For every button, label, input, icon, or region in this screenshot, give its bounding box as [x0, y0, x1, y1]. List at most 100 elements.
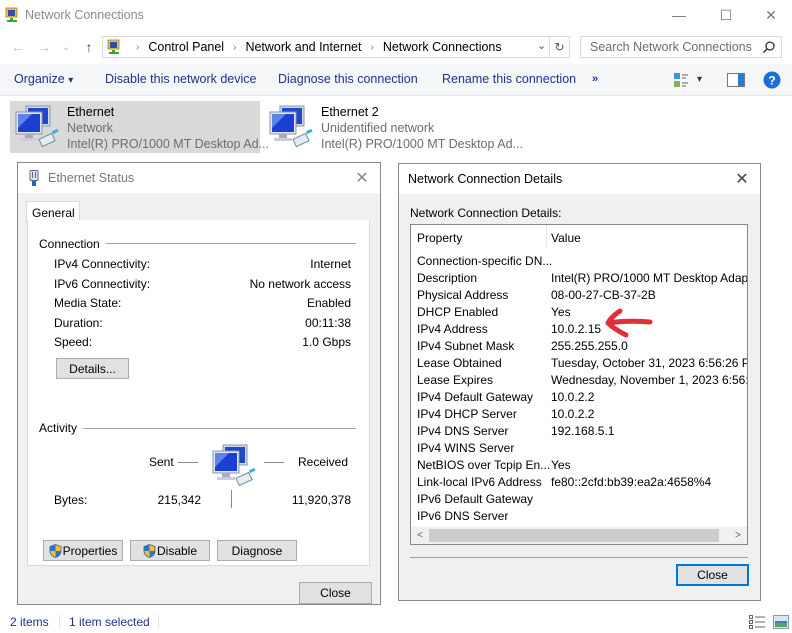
sent-line	[178, 462, 198, 463]
property-name: IPv4 Subnet Mask	[417, 339, 515, 353]
recent-locations-button[interactable]: ⌄	[56, 37, 76, 57]
scroll-right-icon[interactable]: >	[730, 528, 746, 543]
change-view-icon[interactable]	[673, 72, 689, 88]
view-options-caret-icon[interactable]: ▾	[697, 74, 702, 85]
tab-general[interactable]: General	[26, 201, 80, 222]
disable-button[interactable]: Disable	[130, 540, 210, 561]
received-line	[264, 462, 284, 463]
minimize-icon: —	[672, 7, 686, 23]
bytes-divider	[231, 490, 232, 508]
list-item[interactable]: Physical Address 08-00-27-CB-37-2B	[411, 286, 747, 303]
list-item[interactable]: Lease Obtained Tuesday, October 31, 2023 …	[411, 354, 747, 371]
svg-text:?: ?	[768, 74, 775, 88]
more-commands-button[interactable]: »	[592, 73, 598, 85]
list-item[interactable]: IPv4 Address 10.0.2.15	[411, 320, 747, 337]
up-button[interactable]: ↑	[79, 37, 99, 57]
duration-value: 00:11:38	[305, 316, 351, 330]
close-window-button[interactable]: ✕	[748, 0, 792, 30]
selection-count: 1 item selected	[69, 615, 150, 629]
minimize-button[interactable]: —	[656, 0, 702, 30]
property-name: Connection-specific DN...	[417, 254, 553, 268]
scroll-left-icon[interactable]: <	[412, 528, 428, 543]
address-dropdown-icon[interactable]: ⌄	[537, 39, 546, 52]
list-item[interactable]: IPv6 DNS Server	[411, 507, 747, 524]
connection-status: Network	[67, 121, 113, 135]
close-icon: ✕	[765, 6, 777, 23]
search-input[interactable]	[581, 37, 759, 57]
property-name: IPv6 DNS Server	[417, 509, 509, 523]
column-separator[interactable]	[546, 225, 547, 247]
status-divider	[59, 615, 60, 629]
property-value: Wednesday, November 1, 2023 6:56:20 PM	[551, 373, 748, 387]
item-count: 2 items	[10, 615, 49, 629]
large-icons-view-icon[interactable]	[773, 615, 789, 629]
network-adapter-icon	[269, 105, 313, 148]
search-icon[interactable]	[762, 40, 776, 54]
list-item[interactable]: IPv4 DHCP Server 10.0.2.2	[411, 405, 747, 422]
property-name: NetBIOS over Tcpip En...	[417, 458, 551, 472]
list-item[interactable]: Description Intel(R) PRO/1000 MT Desktop …	[411, 269, 747, 286]
close-icon[interactable]: ✕	[728, 166, 756, 192]
dialog-title-bar: Network Connection Details ✕	[399, 164, 760, 194]
properties-button[interactable]: Properties	[43, 540, 123, 561]
property-name: IPv4 DNS Server	[417, 424, 509, 438]
list-item[interactable]: Lease Expires Wednesday, November 1, 2023…	[411, 371, 747, 388]
list-item[interactable]: IPv4 Subnet Mask 255.255.255.0	[411, 337, 747, 354]
horizontal-scrollbar[interactable]: < >	[411, 527, 747, 544]
connection-status: Unidentified network	[321, 121, 435, 135]
disable-device-button[interactable]: Disable this network device	[105, 72, 256, 86]
list-item[interactable]: IPv4 Default Gateway 10.0.2.2	[411, 388, 747, 405]
diagnose-connection-button[interactable]: Diagnose this connection	[278, 72, 418, 86]
title-bar: Network Connections — ☐ ✕	[0, 0, 792, 30]
property-value: Tuesday, October 31, 2023 6:56:26 PM	[551, 356, 748, 370]
property-value: 10.0.2.15	[551, 322, 602, 336]
connection-item-ethernet-2[interactable]: Ethernet 2 Unidentified network Intel(R)…	[264, 101, 523, 153]
breadcrumb-network-and-internet[interactable]: Network and Internet	[245, 40, 361, 54]
breadcrumb-control-panel[interactable]: Control Panel	[148, 40, 224, 54]
breadcrumb-separator-icon: ›	[370, 41, 374, 53]
list-item[interactable]: IPv4 WINS Server	[411, 439, 747, 456]
list-item[interactable]: Link-local IPv6 Address fe80::2cfd:bb39:e…	[411, 473, 747, 490]
preview-pane-icon[interactable]	[727, 73, 745, 87]
caret-down-icon: ▾	[68, 75, 74, 86]
refresh-button[interactable]: ↻	[549, 37, 569, 57]
address-row: ← → ⌄ ↑ › Control Panel › Network and In…	[0, 33, 792, 61]
rename-connection-button[interactable]: Rename this connection	[442, 72, 576, 86]
details-view-icon[interactable]	[749, 615, 765, 629]
dialog-title-bar: Ethernet Status ✕	[18, 163, 380, 193]
address-bar[interactable]: › Control Panel › Network and Internet ›…	[102, 36, 570, 58]
close-icon[interactable]: ✕	[348, 165, 376, 191]
status-divider	[158, 615, 159, 629]
media-state-label: Media State:	[54, 296, 122, 310]
column-header-property[interactable]: Property	[417, 231, 462, 245]
list-item[interactable]: IPv4 DNS Server 192.168.5.1	[411, 422, 747, 439]
list-item[interactable]: IPv6 Default Gateway	[411, 490, 747, 507]
scroll-thumb[interactable]	[429, 529, 719, 542]
property-name: IPv4 DHCP Server	[417, 407, 517, 421]
property-name: Physical Address	[417, 288, 509, 302]
organize-menu[interactable]: Organize ▾	[14, 72, 73, 86]
details-button[interactable]: Details...	[56, 358, 129, 379]
back-arrow-icon: ←	[11, 39, 25, 55]
maximize-button[interactable]: ☐	[703, 0, 749, 30]
list-item[interactable]: DHCP Enabled Yes	[411, 303, 747, 320]
property-name: Description	[417, 271, 478, 285]
status-close-button[interactable]: Close	[299, 582, 372, 604]
property-name: IPv4 Default Gateway	[417, 390, 534, 404]
column-header-value[interactable]: Value	[551, 231, 581, 245]
connection-item-ethernet[interactable]: Ethernet Network Intel(R) PRO/1000 MT De…	[10, 101, 269, 153]
diagnose-button[interactable]: Diagnose	[217, 540, 297, 561]
speed-label: Speed:	[54, 335, 93, 349]
help-icon[interactable]: ?	[763, 71, 781, 89]
connection-name: Ethernet 2	[321, 105, 379, 119]
details-close-button[interactable]: Close	[676, 564, 749, 586]
uac-shield-icon	[49, 543, 62, 558]
list-item[interactable]: Connection-specific DN...	[411, 252, 747, 269]
details-list[interactable]: Property Value Connection-specific DN...…	[410, 224, 748, 545]
list-item[interactable]: NetBIOS over Tcpip En... Yes	[411, 456, 747, 473]
general-tab-panel: Connection IPv4 Connectivity: Internet I…	[27, 220, 370, 566]
breadcrumb-network-connections[interactable]: Network Connections	[383, 40, 502, 54]
forward-button[interactable]: →	[34, 37, 54, 57]
back-button[interactable]: ←	[8, 37, 28, 57]
activity-computers-icon	[212, 444, 256, 487]
